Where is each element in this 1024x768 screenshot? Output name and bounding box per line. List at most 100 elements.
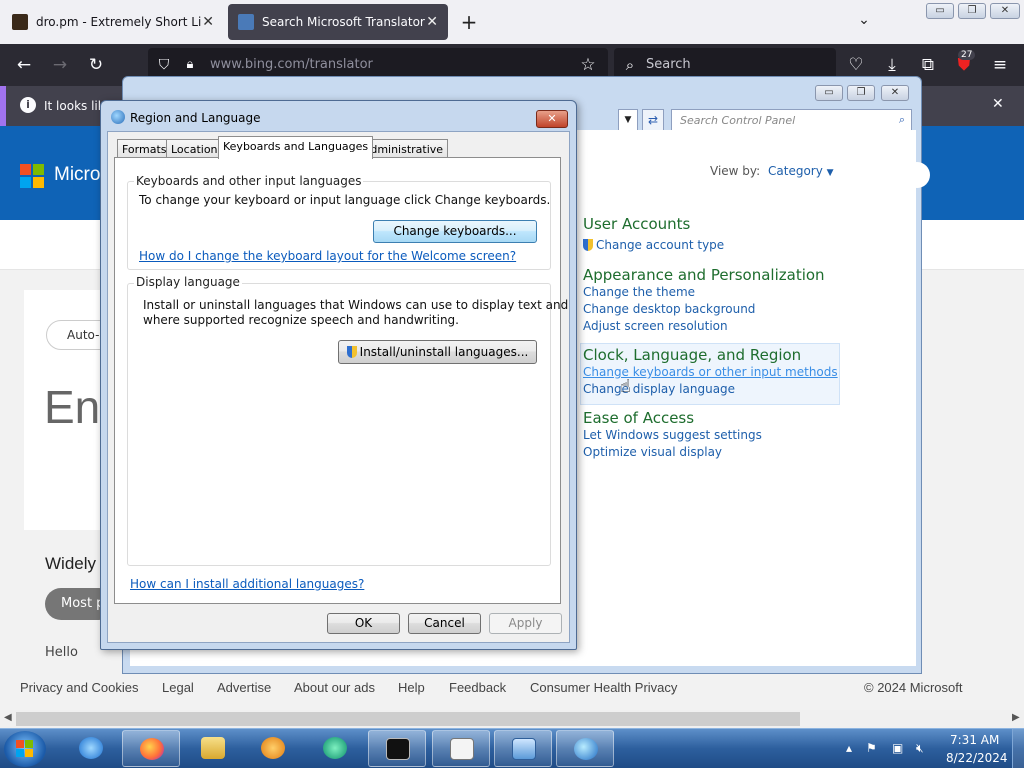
globe-icon <box>574 738 598 760</box>
clock-time[interactable]: 7:31 AM <box>950 733 999 747</box>
cp-close-button[interactable]: ✕ <box>881 85 909 101</box>
scroll-right-arrow-icon[interactable]: ▶ <box>1012 712 1020 723</box>
new-tab-button[interactable]: + <box>456 10 482 36</box>
hand-cursor-icon: ☝ <box>620 376 631 397</box>
tab-formats[interactable]: Formats <box>117 139 172 158</box>
brand-name: Micro <box>54 164 101 185</box>
welcome-screen-keyboard-link[interactable]: How do I change the keyboard layout for … <box>139 249 516 263</box>
taskbar-firefox[interactable] <box>122 730 180 767</box>
network-icon[interactable]: ▣ <box>892 741 903 755</box>
cancel-button[interactable]: Cancel <box>408 613 481 634</box>
footer-link-about-ads[interactable]: About our ads <box>294 680 375 695</box>
taskbar-command-prompt[interactable] <box>368 730 426 767</box>
footer-link-advertise[interactable]: Advertise <box>217 680 271 695</box>
minimize-button[interactable]: ▭ <box>926 3 954 19</box>
lock-icon[interactable]: 🔒︎ <box>178 54 202 76</box>
cp-round-decoration <box>904 162 930 188</box>
close-notification-icon[interactable]: ✕ <box>992 96 1004 112</box>
footer-link-feedback[interactable]: Feedback <box>449 680 506 695</box>
url-text: www.bing.com/translator <box>210 57 373 72</box>
cp-maximize-button[interactable]: ❐ <box>847 85 875 101</box>
translator-favicon-icon <box>238 14 254 30</box>
source-text: En <box>44 381 101 433</box>
tab-dro-pm[interactable]: dro.pm - Extremely Short Links ✕ <box>2 4 224 40</box>
taskbar-media-player[interactable] <box>244 730 302 767</box>
show-hidden-icons-icon[interactable]: ▴ <box>846 741 852 755</box>
control-panel-icon <box>512 738 536 760</box>
category-appearance[interactable]: Appearance and Personalization <box>583 266 825 284</box>
back-arrow-icon[interactable]: ← <box>12 54 36 76</box>
cp-search-input[interactable]: Search Control Panel ⌕ <box>671 109 912 131</box>
start-button[interactable] <box>4 731 46 767</box>
link-adjust-screen-resolution[interactable]: Adjust screen resolution <box>583 319 728 333</box>
link-optimize-visual-display[interactable]: Optimize visual display <box>583 445 722 459</box>
tab-title: dro.pm - Extremely Short Links <box>36 15 202 29</box>
link-let-windows-suggest[interactable]: Let Windows suggest settings <box>583 428 762 442</box>
view-by-label: View by: <box>710 164 761 178</box>
footer-link-help[interactable]: Help <box>398 680 425 695</box>
scrollbar-thumb[interactable] <box>16 712 800 726</box>
link-change-theme[interactable]: Change the theme <box>583 285 695 299</box>
close-window-button[interactable]: ✕ <box>990 3 1020 19</box>
taskbar-control-panel[interactable] <box>494 730 552 767</box>
address-dropdown-icon[interactable]: ▼ <box>618 109 638 131</box>
pocket-icon[interactable]: ♡ <box>844 54 868 76</box>
clock-date[interactable]: 8/22/2024 <box>946 751 1008 765</box>
volume-muted-icon[interactable]: 🔇︎ <box>916 741 924 756</box>
reload-icon[interactable]: ↻ <box>84 54 108 76</box>
cp-minimize-button[interactable]: ▭ <box>815 85 843 101</box>
taskbar-notepad[interactable] <box>432 730 490 767</box>
info-icon: i <box>20 97 36 113</box>
copyright: © 2024 Microsoft <box>864 680 963 695</box>
change-keyboards-button[interactable]: Change keyboards... <box>373 220 537 243</box>
taskbar-browser-app[interactable] <box>306 730 364 767</box>
footer-link-legal[interactable]: Legal <box>162 680 194 695</box>
scroll-left-arrow-icon[interactable]: ◀ <box>4 712 12 723</box>
extension-count-badge: 27 <box>958 50 976 60</box>
close-tab-icon[interactable]: ✕ <box>426 14 438 30</box>
link-change-desktop-background[interactable]: Change desktop background <box>583 302 755 316</box>
extensions-puzzle-icon[interactable]: ⧉ <box>916 54 940 76</box>
apply-button[interactable]: Apply <box>489 613 562 634</box>
green-browser-icon <box>323 737 347 759</box>
view-by-dropdown[interactable]: Category ▼ <box>768 164 834 178</box>
restore-button[interactable]: ❐ <box>958 3 986 19</box>
install-uninstall-languages-button[interactable]: Install/uninstall languages... <box>338 340 537 364</box>
notepad-icon <box>450 738 474 760</box>
command-prompt-icon <box>386 738 410 760</box>
category-ease-of-access[interactable]: Ease of Access <box>583 409 694 427</box>
dialog-close-button[interactable]: ✕ <box>536 110 568 128</box>
close-tab-icon[interactable]: ✕ <box>202 14 214 30</box>
taskbar-internet-explorer[interactable] <box>62 730 120 767</box>
downloads-icon[interactable]: ⤓ <box>880 54 904 76</box>
cp-search-placeholder: Search Control Panel <box>680 114 796 127</box>
view-by-value: Category <box>768 164 823 178</box>
footer-link-privacy[interactable]: Privacy and Cookies <box>20 680 139 695</box>
tab-keyboards-and-languages[interactable]: Keyboards and Languages <box>218 136 374 159</box>
link-change-account-type[interactable]: Change account type <box>583 238 724 252</box>
tab-microsoft-translator[interactable]: Search Microsoft Translator ✕ <box>228 4 448 40</box>
action-center-flag-icon[interactable]: ⚑ <box>866 741 877 755</box>
category-clock-language-region[interactable]: Clock, Language, and Region <box>583 346 801 364</box>
display-language-desc-2: where supported recognize speech and han… <box>143 313 459 327</box>
link-change-display-language[interactable]: Change display language <box>583 382 735 396</box>
install-additional-languages-link[interactable]: How can I install additional languages? <box>130 577 364 591</box>
chevron-down-icon: ▼ <box>826 168 834 178</box>
tab-location[interactable]: Location <box>166 139 223 158</box>
example-word[interactable]: Hello <box>45 645 78 660</box>
bookmark-star-icon[interactable]: ☆ <box>576 54 600 76</box>
display-language-title: Display language <box>134 275 242 289</box>
ok-button[interactable]: OK <box>327 613 400 634</box>
shield-tracking-icon[interactable]: ⛉ <box>152 54 176 76</box>
category-user-accounts[interactable]: User Accounts <box>583 215 690 233</box>
hamburger-menu-icon[interactable]: ≡ <box>988 54 1012 76</box>
taskbar-file-explorer[interactable] <box>184 730 242 767</box>
forward-arrow-icon[interactable]: → <box>48 54 72 76</box>
list-all-tabs-chevron-icon[interactable]: ⌄ <box>852 12 876 32</box>
footer-link-health-privacy[interactable]: Consumer Health Privacy <box>530 680 677 695</box>
tab-title: Search Microsoft Translator <box>262 15 425 29</box>
browser-tab-bar: dro.pm - Extremely Short Links ✕ Search … <box>0 0 1024 44</box>
taskbar-region-language[interactable] <box>556 730 614 767</box>
show-desktop-button[interactable] <box>1012 729 1024 768</box>
refresh-icon[interactable]: ⇄ <box>642 109 664 131</box>
